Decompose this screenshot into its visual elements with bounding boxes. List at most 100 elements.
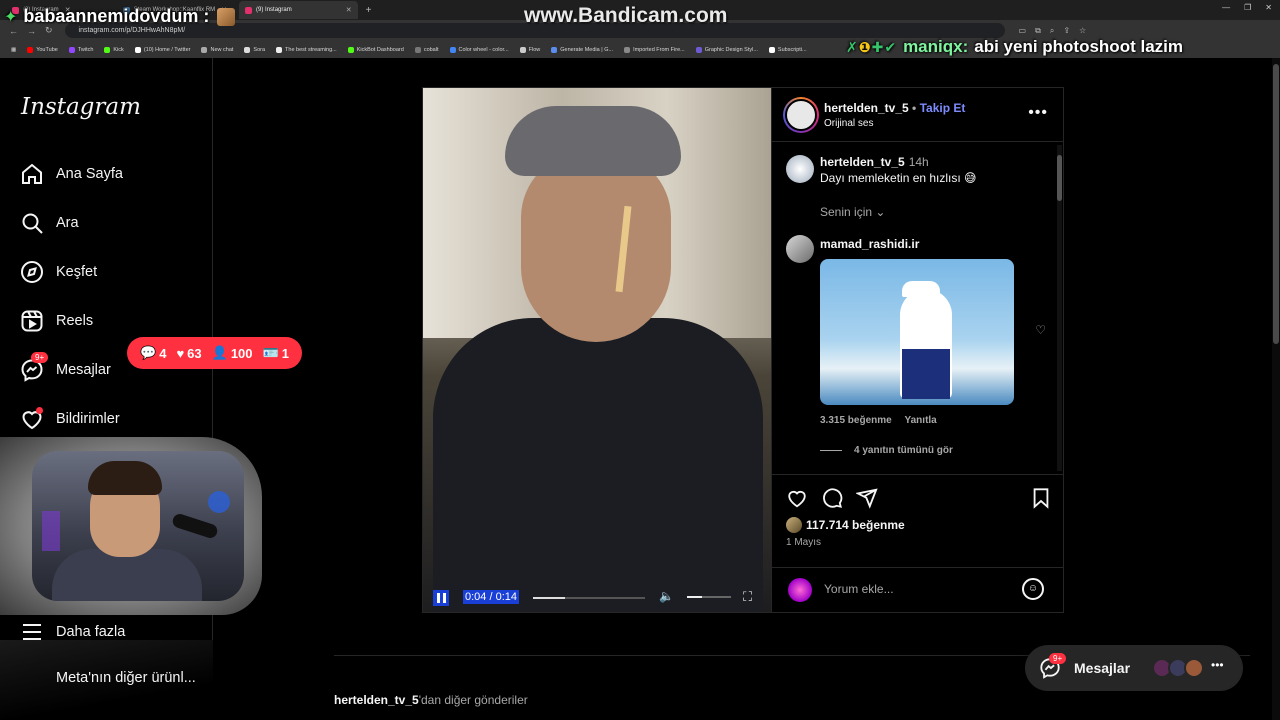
reels-icon — [20, 309, 44, 333]
sidebar-item-messages[interactable]: 9+ Mesajlar — [20, 352, 111, 382]
comment-username[interactable]: mamad_rashidi.ir — [820, 237, 919, 251]
tab-title: (9) Instagram — [256, 7, 292, 13]
messages-label: Mesajlar — [1074, 660, 1131, 676]
bookmark-item[interactable]: Twitch — [68, 46, 93, 53]
more-posts-heading: hertelden_tv_5'dan diğer gönderiler — [334, 693, 528, 707]
video-time: 0:04 / 0:14 — [463, 590, 519, 604]
like-icon[interactable] — [786, 487, 808, 509]
new-tab-button[interactable]: + — [366, 5, 372, 16]
save-icon[interactable] — [1030, 487, 1052, 509]
sidebar-item-reels[interactable]: Reels — [20, 309, 93, 333]
sidebar-item-label: Mesajlar — [56, 362, 111, 378]
comments-scrollbar[interactable] — [1057, 145, 1062, 471]
video-player[interactable]: 0:04 / 0:14 🔈 ⛶ — [423, 88, 771, 612]
follow-button[interactable]: Takip Et — [920, 101, 966, 115]
maximize-icon[interactable]: ❐ — [1244, 3, 1251, 12]
forward-icon[interactable]: → — [27, 26, 36, 36]
bookmark-item[interactable]: Color wheel - color... — [449, 46, 509, 53]
post-sidebar: hertelden_tv_5 • Takip Et Orijinal ses •… — [771, 88, 1064, 612]
comment-like-icon[interactable]: ♡ — [1035, 323, 1046, 337]
request-count: 🪪 1 — [262, 345, 289, 361]
pause-button[interactable] — [433, 590, 449, 606]
follow-count: 👤 100 — [211, 345, 253, 361]
bookmark-item[interactable]: Imported From Fire... — [624, 46, 685, 53]
bookmark-item[interactable]: Subscripti... — [768, 46, 807, 53]
comment-input[interactable]: Yorum ekle... — [824, 582, 894, 596]
share-icon[interactable]: ⇪ — [1063, 26, 1070, 36]
avatar[interactable] — [783, 97, 819, 133]
toolbar-icons: ▭ ⧉ ⌕ ⇪ ☆ — [1019, 26, 1087, 36]
reply-button[interactable]: Yanıtla — [905, 415, 937, 426]
messenger-icon: 9+ — [20, 352, 49, 382]
microphone-icon — [170, 512, 220, 540]
bookmark-item[interactable]: New chat — [201, 46, 233, 53]
messages-floating-button[interactable]: 9+ Mesajlar ••• — [1025, 645, 1243, 691]
more-options-icon[interactable]: ••• — [1028, 104, 1048, 122]
like-count: ♥ 63 — [176, 345, 202, 361]
bookmark-item[interactable]: Graphic Design Styl... — [695, 46, 758, 53]
sidebar-item-notifications[interactable]: Bildirimler — [20, 407, 120, 431]
streamer-title-overlay: ✦ babaannemidovdum : — [4, 6, 236, 27]
post-date: 1 Mayıs — [786, 537, 822, 548]
sidebar-item-meta[interactable]: Meta'nın diğer ürünl... — [20, 670, 196, 686]
chat-username: maniqx: — [903, 37, 969, 56]
bookmark-item[interactable]: YouTube — [27, 46, 58, 53]
zoom-icon[interactable]: ⌕ — [1050, 26, 1054, 36]
url-text: instagram.com/p/DJHHwAhN8pM/ — [78, 27, 186, 34]
bookmark-item[interactable]: Kick — [104, 46, 124, 53]
share-icon[interactable] — [855, 487, 878, 509]
volume-icon[interactable]: 🔈 — [659, 589, 674, 603]
chat-text: abi yeni photoshoot lazim — [974, 37, 1183, 56]
bookmark-item[interactable]: Sora — [244, 46, 265, 53]
bookmark-item[interactable]: The best streaming... — [276, 46, 337, 53]
more-posts-username[interactable]: hertelden_tv_5 — [334, 693, 419, 707]
minimize-icon[interactable]: — — [1222, 3, 1230, 12]
sidebar-item-explore[interactable]: Keşfet — [20, 260, 97, 284]
avatar — [1152, 658, 1204, 678]
emoji-icon[interactable]: ☺ — [1022, 578, 1044, 600]
sidebar-item-search[interactable]: Ara — [20, 211, 79, 235]
avatar[interactable] — [786, 155, 814, 183]
webcam-feed — [32, 451, 244, 601]
post-actions: 117.714 beğenme 1 Mayıs Yorum ekle... ☺ — [772, 474, 1064, 612]
fullscreen-icon[interactable]: ⛶ — [743, 589, 752, 605]
page-scrollbar[interactable] — [1272, 58, 1280, 720]
bookmark-item[interactable]: Flow — [519, 46, 540, 53]
bookmark-item[interactable]: Generate Media | G... — [551, 46, 613, 53]
comment-icon[interactable] — [821, 487, 843, 509]
cast-icon[interactable]: ▭ — [1019, 26, 1027, 36]
bookmark-item[interactable]: (10) Home / Twitter — [134, 46, 190, 53]
caption-username[interactable]: hertelden_tv_5 — [820, 155, 905, 169]
instagram-favicon-icon — [245, 6, 253, 14]
close-tab-icon[interactable]: ✕ — [346, 6, 352, 14]
volume-slider[interactable] — [687, 596, 731, 598]
chat-badges-icon: ✗❶✚✔ — [846, 38, 898, 55]
close-window-icon[interactable]: ✕ — [1265, 3, 1272, 12]
comment-likes[interactable]: 3.315 beğenme — [820, 415, 892, 426]
comments-list: hertelden_tv_5 14h Dayı memleketin en hız… — [772, 143, 1064, 473]
back-icon[interactable]: ← — [9, 26, 18, 36]
browser-tab-active[interactable]: (9) Instagram ✕ — [239, 1, 358, 19]
sidebar-item-home[interactable]: Ana Sayfa — [20, 162, 123, 186]
post-modal: 0:04 / 0:14 🔈 ⛶ hertelden_tv_5 • Takip E… — [422, 87, 1064, 613]
bookmark-item[interactable]: KickBot Dashboard — [347, 46, 404, 53]
translate-icon[interactable]: ⧉ — [1035, 26, 1041, 36]
video-progress-bar[interactable] — [533, 597, 645, 599]
caption-text: Dayı memleketin en hızlısı 😅 — [820, 171, 977, 185]
instagram-logo[interactable]: Instagram — [21, 94, 141, 120]
caption-time: 14h — [908, 155, 929, 169]
instagram-sidebar: Instagram Ana Sayfa Ara Keşfet Reels 9+ … — [0, 58, 213, 720]
view-replies-button[interactable]: 4 yanıtın tümünü gör — [820, 445, 953, 456]
post-header: hertelden_tv_5 • Takip Et Orijinal ses •… — [772, 88, 1064, 142]
apps-icon[interactable]: ▦ — [11, 47, 16, 53]
likes-count[interactable]: 117.714 beğenme — [786, 517, 905, 533]
audio-label[interactable]: Orijinal ses — [824, 118, 873, 129]
bookmark-item[interactable]: cobalt — [414, 46, 439, 53]
avatar[interactable] — [786, 235, 814, 263]
sort-dropdown[interactable]: Senin için ⌄ — [820, 205, 885, 219]
home-icon — [20, 162, 44, 186]
notifications-popup[interactable]: 💬 4 ♥ 63 👤 100 🪪 1 — [127, 337, 302, 369]
post-username[interactable]: hertelden_tv_5 — [824, 101, 909, 115]
bookmark-star-icon[interactable]: ☆ — [1079, 26, 1086, 36]
more-options-icon[interactable]: ••• — [1211, 658, 1224, 672]
